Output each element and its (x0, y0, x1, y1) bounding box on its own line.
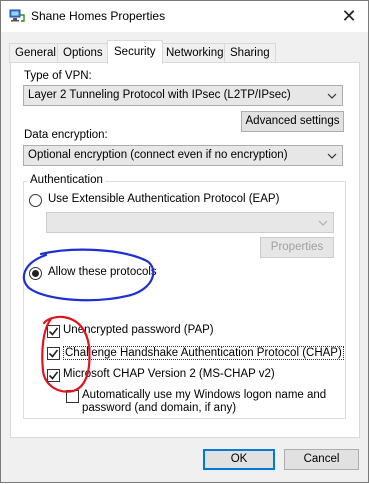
network-connection-icon (9, 9, 25, 23)
ok-button[interactable]: OK (203, 449, 275, 470)
tab-networking[interactable]: Networking (160, 43, 230, 63)
auto-logon-label-line2[interactable]: password (and domain, if any) (82, 402, 236, 414)
allow-protocols-radio[interactable] (29, 267, 42, 280)
tab-sharing[interactable]: Sharing (224, 43, 276, 63)
authentication-title: Authentication (28, 174, 105, 186)
eap-radio[interactable] (29, 194, 42, 207)
vpn-type-value: Layer 2 Tunneling Protocol with IPsec (L… (28, 89, 291, 101)
check-icon (48, 327, 59, 336)
chevron-down-icon (326, 86, 338, 105)
mschap-checkbox[interactable] (47, 369, 60, 382)
pap-checkbox[interactable] (47, 325, 60, 338)
chap-label[interactable]: Challenge Handshake Authentication Proto… (63, 346, 344, 360)
properties-window: Shane Homes Properties ✕ General Options… (0, 0, 369, 483)
chap-checkbox[interactable] (47, 347, 60, 360)
properties-button[interactable]: Properties (260, 237, 334, 258)
auto-logon-label-line1[interactable]: Automatically use my Windows logon name … (82, 389, 326, 401)
close-icon[interactable]: ✕ (336, 4, 362, 28)
encryption-dropdown[interactable]: Optional encryption (connect even if no … (23, 145, 343, 166)
security-panel: Type of VPN: Layer 2 Tunneling Protocol … (10, 62, 360, 438)
check-icon (48, 371, 59, 380)
allow-protocols-label[interactable]: Allow these protocols (48, 266, 157, 278)
eap-radio-label[interactable]: Use Extensible Authentication Protocol (… (48, 193, 279, 205)
eap-dropdown[interactable] (46, 212, 334, 233)
encryption-value: Optional encryption (connect even if no … (28, 149, 288, 161)
tab-options[interactable]: Options (57, 43, 109, 63)
tab-security[interactable]: Security (107, 40, 163, 64)
vpn-type-dropdown[interactable]: Layer 2 Tunneling Protocol with IPsec (L… (23, 85, 343, 106)
encryption-label: Data encryption: (24, 129, 108, 141)
chevron-down-icon (326, 146, 338, 165)
window-title: Shane Homes Properties (31, 9, 166, 23)
pap-label[interactable]: Unencrypted password (PAP) (63, 324, 214, 336)
title-bar: Shane Homes Properties ✕ (1, 1, 368, 32)
tab-general[interactable]: General (9, 43, 62, 63)
mschap-label[interactable]: Microsoft CHAP Version 2 (MS-CHAP v2) (63, 368, 275, 380)
advanced-settings-button[interactable]: Advanced settings (241, 111, 344, 132)
chevron-down-icon (317, 213, 329, 232)
cancel-button[interactable]: Cancel (284, 449, 359, 470)
vpn-type-label: Type of VPN: (24, 70, 92, 82)
check-icon (48, 349, 59, 358)
auto-logon-checkbox[interactable] (66, 390, 79, 403)
